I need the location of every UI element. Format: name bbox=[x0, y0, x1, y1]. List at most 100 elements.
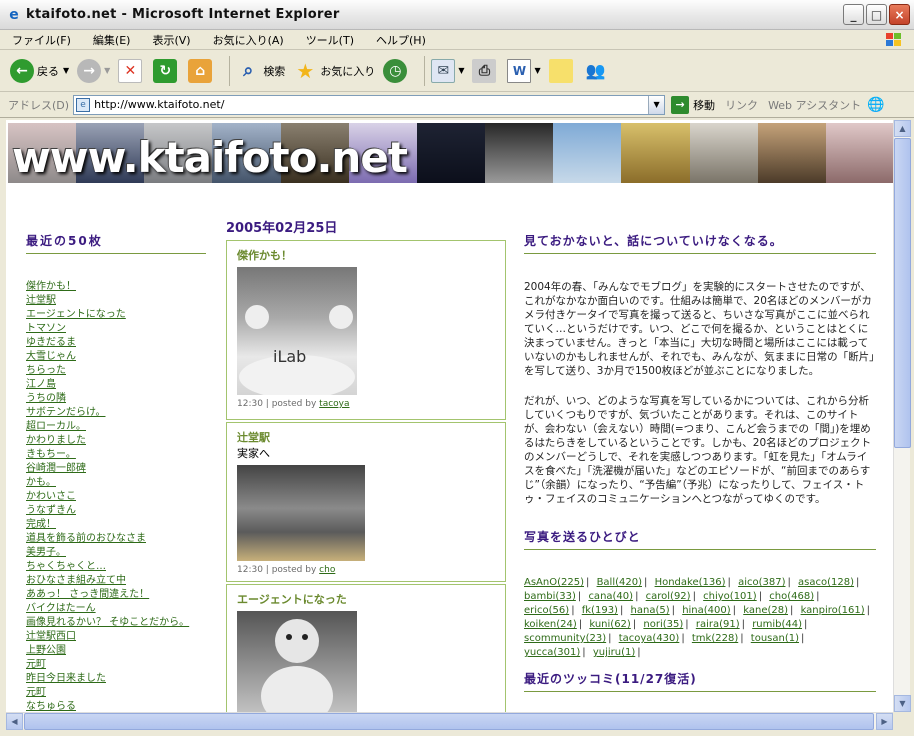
recent-photo-link[interactable]: 傑作かも！ bbox=[26, 281, 76, 292]
recent-photo-link[interactable]: 上野公園 bbox=[26, 645, 66, 656]
recent-photo-link[interactable]: 辻堂駅西口 bbox=[26, 631, 76, 642]
recent-photo-link[interactable]: 大雪じゃん bbox=[26, 351, 76, 362]
sender-link[interactable]: AsAnO(225) bbox=[524, 577, 584, 588]
search-button[interactable]: ⌕ 検索 bbox=[236, 59, 285, 83]
print-button[interactable]: ⎙ bbox=[472, 58, 499, 83]
post-photo[interactable] bbox=[237, 465, 365, 561]
scroll-down-icon[interactable]: ▼ bbox=[894, 695, 911, 712]
recent-photo-link[interactable]: かわいさこ bbox=[26, 491, 76, 502]
recent-photo-link[interactable]: トマソン bbox=[26, 323, 66, 334]
mail-dropdown-icon[interactable]: ▼ bbox=[458, 66, 464, 75]
scroll-right-icon[interactable]: ▶ bbox=[876, 713, 893, 730]
sender-link[interactable]: chiyo(101) bbox=[703, 591, 757, 602]
recent-photo-link[interactable]: 元町 bbox=[26, 687, 46, 698]
address-url[interactable]: http://www.ktaifoto.net/ bbox=[94, 98, 224, 111]
sender-link[interactable]: kuni(62) bbox=[589, 619, 630, 630]
sender-link[interactable]: yujiru(1) bbox=[593, 647, 635, 658]
vertical-scrollbar[interactable]: ▲ ▼ bbox=[893, 120, 911, 712]
sender-link[interactable]: tacoya(430) bbox=[619, 633, 680, 644]
address-input[interactable]: e http://www.ktaifoto.net/ ▼ bbox=[73, 94, 666, 115]
stop-button[interactable]: ✕ bbox=[118, 58, 145, 83]
recent-photo-link[interactable]: なちゅらる bbox=[26, 701, 76, 712]
vertical-scroll-thumb[interactable] bbox=[894, 138, 911, 448]
recent-photo-link[interactable]: サボテンだらけ。 bbox=[26, 407, 106, 418]
messenger-button[interactable]: 👥 bbox=[584, 59, 611, 83]
recent-photo-link[interactable]: かわりました bbox=[26, 435, 86, 446]
menu-view[interactable]: 表示(V) bbox=[148, 32, 194, 48]
web-assistant-button[interactable]: Web アシスタント bbox=[768, 97, 861, 113]
sender-link[interactable]: kanpiro(161) bbox=[801, 605, 865, 616]
sender-link[interactable]: fk(193) bbox=[582, 605, 618, 616]
scroll-up-icon[interactable]: ▲ bbox=[894, 120, 911, 137]
recent-photo-link[interactable]: 画像見れるかい？ そゆことだから。 bbox=[26, 617, 189, 628]
recent-photo-link[interactable]: うちの隣 bbox=[26, 393, 66, 404]
sender-link[interactable]: raira(91) bbox=[696, 619, 740, 630]
sender-link[interactable]: cana(40) bbox=[588, 591, 633, 602]
sender-link[interactable]: scommunity(23) bbox=[524, 633, 606, 644]
mail-button[interactable]: ✉ ▼ bbox=[431, 58, 464, 83]
recent-photo-link[interactable]: ああっ！ さっき間違えた！ bbox=[26, 589, 149, 600]
recent-photo-link[interactable]: 昨日今日来ました bbox=[26, 673, 106, 684]
menu-favorites[interactable]: お気に入り(A) bbox=[209, 32, 288, 48]
menu-help[interactable]: ヘルプ(H) bbox=[372, 32, 430, 48]
minimize-button[interactable]: _ bbox=[843, 4, 864, 25]
menu-edit[interactable]: 編集(E) bbox=[89, 32, 135, 48]
edit-button[interactable]: W ▼ bbox=[507, 58, 541, 83]
recent-photo-link[interactable]: ゆきだるま bbox=[26, 337, 76, 348]
sender-link[interactable]: aico(387) bbox=[738, 577, 785, 588]
post-photo[interactable] bbox=[237, 611, 357, 712]
favorites-button[interactable]: ★ お気に入り bbox=[293, 59, 375, 83]
sender-link[interactable]: Ball(420) bbox=[597, 577, 642, 588]
sender-link[interactable]: yucca(301) bbox=[524, 647, 580, 658]
horizontal-scroll-thumb[interactable] bbox=[24, 713, 874, 730]
recent-photo-link[interactable]: 元町 bbox=[26, 659, 46, 670]
sender-link[interactable]: cho(468) bbox=[769, 591, 814, 602]
refresh-button[interactable]: ↻ bbox=[153, 58, 180, 83]
recent-photo-link[interactable]: ちらった bbox=[26, 365, 66, 376]
back-button[interactable]: ← 戻る ▼ bbox=[10, 58, 69, 83]
sender-link[interactable]: asaco(128) bbox=[798, 577, 854, 588]
scroll-left-icon[interactable]: ◀ bbox=[6, 713, 23, 730]
recent-photo-link[interactable]: 道具を飾る前のおひなさま bbox=[26, 533, 146, 544]
forward-button[interactable]: → ▼ bbox=[77, 58, 110, 83]
sender-link[interactable]: hana(5) bbox=[631, 605, 670, 616]
recent-photo-link[interactable]: ちゃくちゃくと… bbox=[26, 561, 106, 572]
sender-link[interactable]: bambi(33) bbox=[524, 591, 576, 602]
home-button[interactable]: ⌂ bbox=[188, 58, 215, 83]
discuss-button[interactable] bbox=[548, 58, 576, 83]
site-banner[interactable]: www.ktaifoto.net bbox=[8, 123, 893, 183]
sender-link[interactable]: carol(92) bbox=[646, 591, 691, 602]
sender-link[interactable]: Hondake(136) bbox=[655, 577, 726, 588]
recent-photo-link[interactable]: エージェントになった bbox=[26, 309, 126, 320]
menu-tools[interactable]: ツール(T) bbox=[302, 32, 358, 48]
post-photo[interactable]: iLab bbox=[237, 267, 357, 399]
sender-link[interactable]: hina(400) bbox=[682, 605, 730, 616]
recent-photo-link[interactable]: きもちー。 bbox=[26, 449, 76, 460]
sender-link[interactable]: erico(56) bbox=[524, 605, 569, 616]
maximize-button[interactable]: □ bbox=[866, 4, 887, 25]
sender-link[interactable]: nori(35) bbox=[643, 619, 683, 630]
recent-photo-link[interactable]: かも。 bbox=[26, 477, 56, 488]
sender-link[interactable]: tousan(1) bbox=[751, 633, 799, 644]
sender-link[interactable]: tmk(228) bbox=[692, 633, 738, 644]
recent-photo-link[interactable]: 美男子。 bbox=[26, 547, 66, 558]
author-link[interactable]: cho bbox=[319, 565, 335, 575]
edit-dropdown-icon[interactable]: ▼ bbox=[534, 66, 540, 75]
recent-photo-link[interactable]: うなずきん bbox=[26, 505, 76, 516]
recent-photo-link[interactable]: 完成！ bbox=[26, 519, 56, 530]
go-button[interactable]: → 移動 bbox=[671, 95, 715, 114]
sender-link[interactable]: rumib(44) bbox=[752, 619, 802, 630]
close-button[interactable]: × bbox=[889, 4, 910, 25]
recent-photo-link[interactable]: 江ノ島 bbox=[26, 379, 56, 390]
sender-link[interactable]: koiken(24) bbox=[524, 619, 577, 630]
author-link[interactable]: tacoya bbox=[319, 399, 349, 409]
back-dropdown-icon[interactable]: ▼ bbox=[63, 66, 69, 75]
links-button[interactable]: リンク bbox=[725, 97, 758, 113]
recent-photo-link[interactable]: 超ローカル。 bbox=[26, 421, 86, 432]
history-button[interactable]: ◷ bbox=[383, 58, 410, 83]
recent-photo-link[interactable]: おひなさま組み立て中 bbox=[26, 575, 126, 586]
recent-photo-link[interactable]: バイクはたーん bbox=[26, 603, 96, 614]
address-dropdown-icon[interactable]: ▼ bbox=[648, 95, 665, 114]
menu-file[interactable]: ファイル(F) bbox=[8, 32, 75, 48]
recent-photo-link[interactable]: 谷崎潤一郎碑 bbox=[26, 463, 86, 474]
